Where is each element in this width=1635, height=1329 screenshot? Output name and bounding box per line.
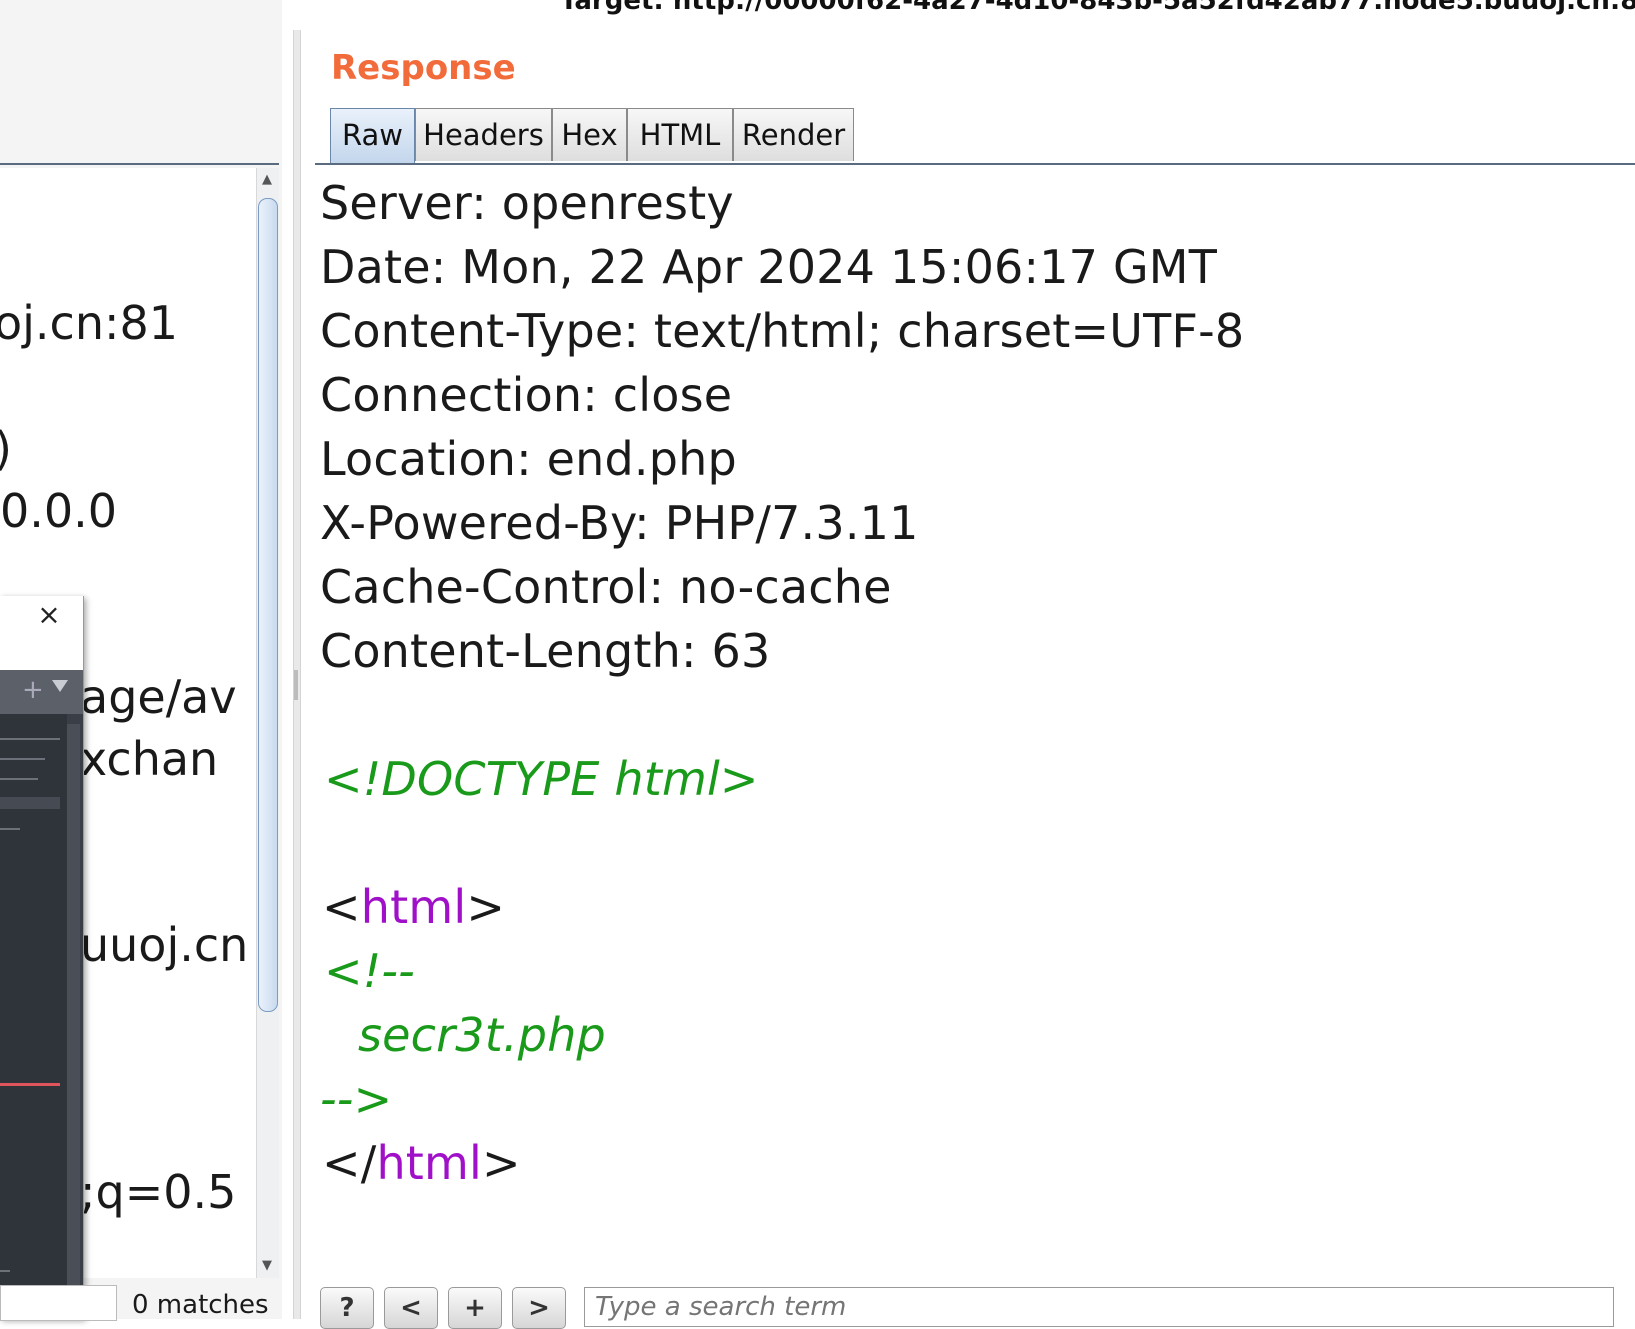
tag-name: html — [376, 1136, 483, 1190]
tag-bracket: < — [322, 880, 361, 934]
response-header-line: Date: Mon, 22 Apr 2024 15:06:17 GMT — [320, 240, 1217, 294]
request-line-host: oj.cn:81 — [0, 296, 179, 350]
request-search-input[interactable] — [0, 1285, 117, 1321]
response-header-line: X-Powered-By: PHP/7.3.11 — [320, 496, 919, 550]
tab-hex[interactable]: Hex — [552, 108, 627, 161]
response-header-line: Connection: close — [320, 368, 733, 422]
response-html-close: </html> — [322, 1136, 521, 1190]
request-line-fragment: 0.0.0 — [0, 484, 118, 538]
response-doctype: <!DOCTYPE html> — [324, 752, 759, 806]
tag-bracket: > — [482, 1136, 521, 1190]
divider-grip-icon[interactable] — [294, 670, 298, 700]
target-url-label: Target: http://00000f62-4a27-4d10-843b-5… — [560, 0, 1635, 16]
tab-raw[interactable]: Raw — [330, 108, 415, 164]
request-line-fragment: xchan — [80, 732, 219, 786]
chevron-down-icon[interactable] — [52, 680, 68, 692]
request-line-fragment: uuoj.cn — [80, 918, 249, 972]
tab-render[interactable]: Render — [733, 108, 854, 161]
add-icon[interactable]: + — [22, 675, 44, 705]
request-tab-divider — [0, 163, 279, 165]
response-heading: Response — [331, 48, 516, 88]
mini-progress-line — [0, 1083, 60, 1086]
response-search-input[interactable] — [584, 1287, 1614, 1327]
response-header-line: Content-Type: text/html; charset=UTF-8 — [320, 304, 1245, 358]
help-button[interactable]: ? — [320, 1287, 374, 1329]
scroll-down-arrow-icon[interactable]: ▼ — [256, 1258, 278, 1273]
mini-list-item-selected — [0, 797, 60, 809]
tab-headers[interactable]: Headers — [415, 108, 552, 161]
response-header-line: Server: openresty — [320, 176, 734, 230]
add-search-button[interactable]: + — [448, 1287, 502, 1329]
comment-open: <!-- — [324, 944, 415, 998]
mini-list-item — [0, 828, 20, 830]
mini-list-item — [0, 738, 60, 740]
response-header-line: Location: end.php — [320, 432, 737, 486]
response-html-open: <html> — [322, 880, 505, 934]
mini-list-item — [0, 1270, 10, 1272]
request-line-fragment: ) — [0, 422, 12, 476]
next-match-button[interactable]: > — [512, 1287, 566, 1329]
response-header-line: Cache-Control: no-cache — [320, 560, 892, 614]
request-match-count: 0 matches — [132, 1290, 269, 1320]
request-line-fragment: age/av — [80, 670, 237, 724]
request-scrollbar-thumb[interactable] — [258, 198, 278, 1012]
tag-name: html — [360, 880, 467, 934]
mini-list-item — [0, 758, 45, 760]
response-header-line: Content-Length: 63 — [320, 624, 771, 678]
request-line-fragment: ;q=0.5 — [80, 1165, 237, 1219]
mini-list-item — [0, 778, 38, 780]
previous-match-button[interactable]: < — [384, 1287, 438, 1329]
tag-bracket: > — [466, 880, 506, 934]
tag-bracket: </ — [322, 1136, 377, 1190]
close-icon[interactable]: × — [36, 601, 62, 629]
tab-html[interactable]: HTML — [627, 108, 733, 161]
comment-close: --> — [320, 1072, 393, 1126]
scroll-up-arrow-icon[interactable]: ▲ — [256, 172, 278, 187]
comment-text: secr3t.php — [358, 1008, 606, 1062]
mini-window-scrollbar[interactable] — [67, 724, 80, 1319]
